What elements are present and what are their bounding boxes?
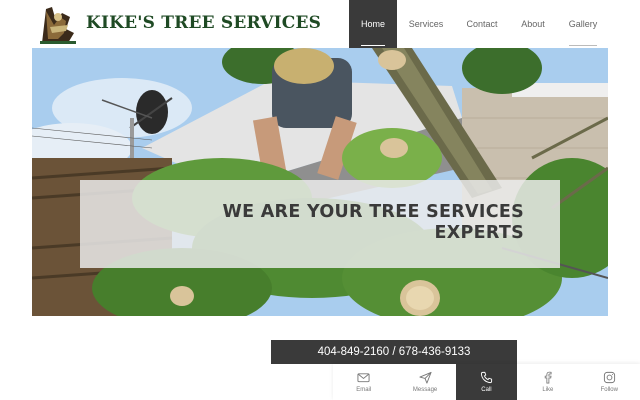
nav-services[interactable]: Services [397,0,455,48]
nav-label: Gallery [568,19,598,29]
nav-label: About [521,19,545,29]
mail-icon [357,373,370,383]
action-label: Follow [600,387,618,393]
nav-underline [569,45,597,46]
action-label: Message [412,387,438,393]
action-label: Call [481,387,492,393]
action-label: Email [356,387,372,393]
phone-icon [480,371,493,384]
tree-worker-logo-icon[interactable] [36,3,80,45]
like-action[interactable]: Like [517,364,578,400]
hero-title-line: WE ARE YOUR TREE SERVICES [222,202,524,222]
action-label: Like [542,387,554,393]
nav-underline [467,45,497,46]
main-nav: Home Services Contact About Gallery [349,0,609,48]
email-action[interactable]: Email [333,364,394,400]
nav-home[interactable]: Home [349,0,397,48]
quick-action-bar: Email Message Call Like Follow [333,364,640,400]
phone-numbers[interactable]: 404-849-2160 / 678-436-9133 [271,340,517,364]
nav-underline [409,45,443,46]
nav-underline [521,45,545,46]
instagram-icon [603,371,615,384]
nav-about[interactable]: About [509,0,557,48]
site-header: KIKE'S TREE SERVICES Home Services Conta… [0,0,640,48]
nav-label: Services [408,19,444,29]
nav-underline [361,45,385,46]
page: KIKE'S TREE SERVICES Home Services Conta… [0,0,640,400]
follow-action[interactable]: Follow [579,364,640,400]
phone-text: 404-849-2160 / 678-436-9133 [317,346,471,358]
facebook-icon [545,371,552,384]
brand-name[interactable]: KIKE'S TREE SERVICES [86,13,321,33]
hero-title-line: EXPERTS [434,223,524,243]
send-icon [419,371,432,384]
call-action[interactable]: Call [455,364,518,400]
nav-label: Contact [466,19,498,29]
hero-banner: WE ARE YOUR TREE SERVICES EXPERTS [32,48,608,316]
hero-title: WE ARE YOUR TREE SERVICES EXPERTS [80,202,524,244]
hero-caption-panel: WE ARE YOUR TREE SERVICES EXPERTS [80,180,560,268]
message-action[interactable]: Message [394,364,455,400]
nav-contact[interactable]: Contact [455,0,509,48]
nav-label: Home [360,19,385,29]
nav-gallery[interactable]: Gallery [557,0,609,48]
